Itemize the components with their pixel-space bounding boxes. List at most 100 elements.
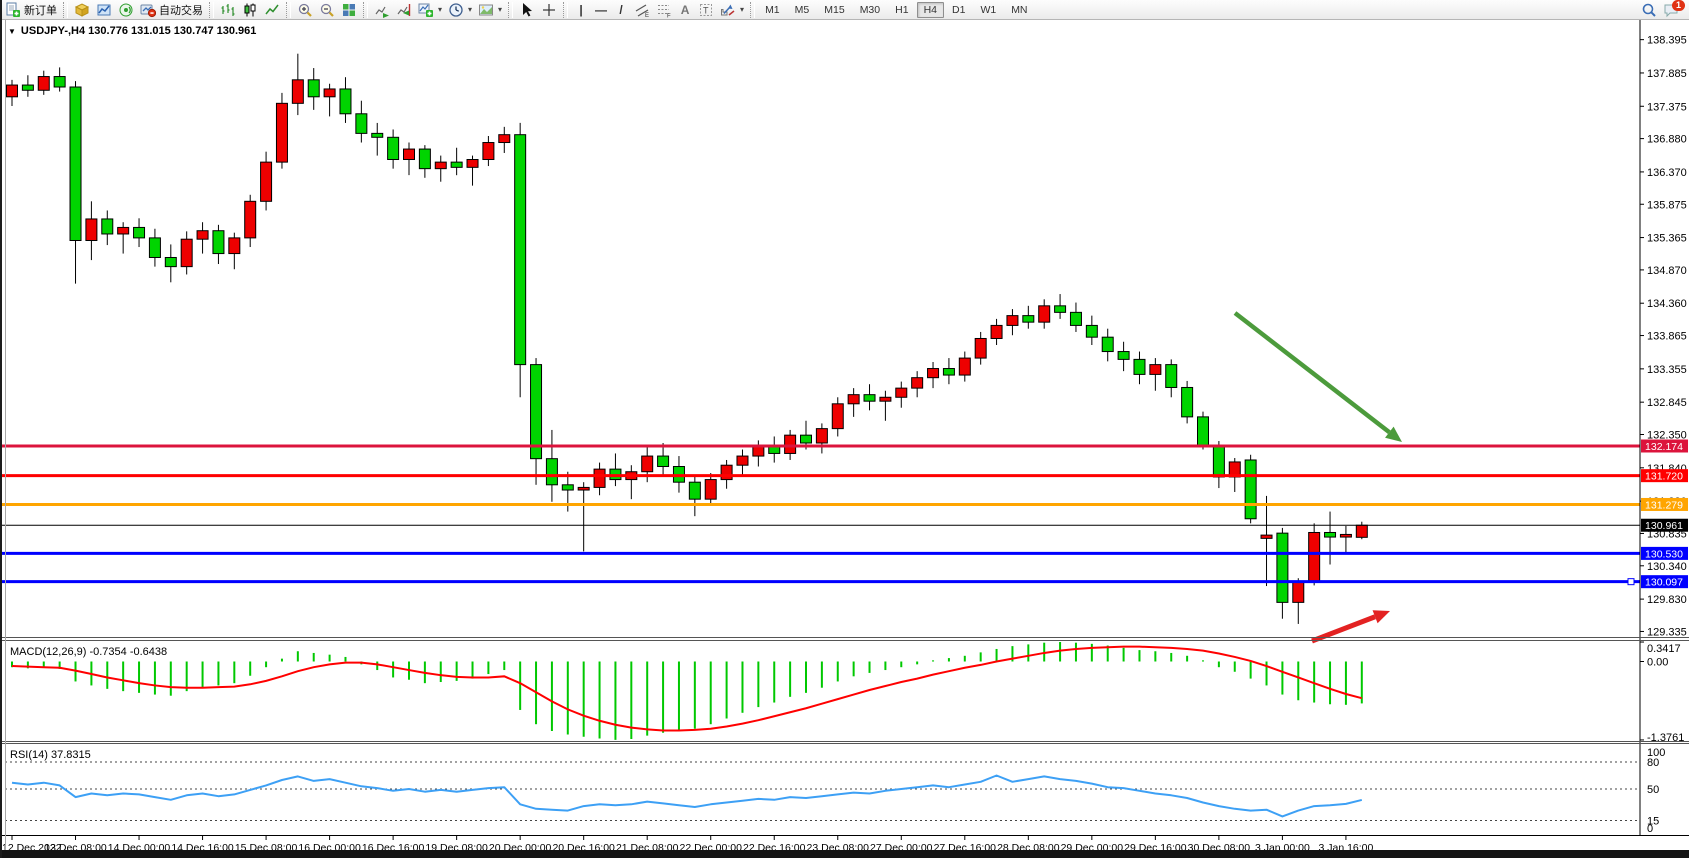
price-tick-label: 134.870 bbox=[1647, 265, 1687, 277]
timeframe-m1-button[interactable]: M1 bbox=[758, 2, 787, 18]
candlestick-series bbox=[7, 54, 1368, 624]
toolbar-separator bbox=[363, 2, 368, 18]
search-icon[interactable] bbox=[1641, 2, 1657, 18]
price-tick-label: 130.340 bbox=[1647, 561, 1687, 573]
rsi-axis-label: 50 bbox=[1647, 784, 1659, 796]
chevron-down-icon: ▼ bbox=[8, 27, 16, 36]
price-tick-label: 135.875 bbox=[1647, 199, 1687, 211]
trendline-icon: / bbox=[614, 3, 628, 17]
timeframe-w1-button[interactable]: W1 bbox=[973, 2, 1003, 18]
channel-tool-button[interactable]: E bbox=[631, 1, 653, 19]
clock-icon bbox=[448, 2, 464, 18]
main-toolbar: 新订单 自动交易 ▾ ▾ bbox=[0, 0, 1689, 20]
cursor-icon bbox=[519, 2, 535, 18]
line-chart-icon bbox=[264, 2, 280, 18]
svg-text:130.097: 130.097 bbox=[1645, 577, 1683, 589]
timeframe-mn-button[interactable]: MN bbox=[1004, 2, 1034, 18]
crosshair-icon bbox=[541, 2, 557, 18]
price-tick-label: 133.865 bbox=[1647, 331, 1687, 343]
new-order-icon bbox=[5, 2, 21, 18]
svg-text:130.961: 130.961 bbox=[1645, 520, 1683, 532]
market-depth-icon bbox=[74, 2, 90, 18]
toolbar-separator bbox=[508, 2, 513, 18]
notification-badge: 1 bbox=[1672, 0, 1685, 11]
bar-chart-icon bbox=[220, 2, 236, 18]
tile-windows-button[interactable] bbox=[338, 1, 360, 19]
price-tick-label: 135.365 bbox=[1647, 233, 1687, 245]
timeframe-h1-button[interactable]: H1 bbox=[888, 2, 915, 18]
text-icon: A bbox=[678, 3, 692, 17]
chart-shift-button[interactable] bbox=[393, 1, 415, 19]
autotrading-label: 自动交易 bbox=[159, 2, 203, 18]
svg-text:131.720: 131.720 bbox=[1645, 471, 1683, 483]
charts-window-button[interactable] bbox=[93, 1, 115, 19]
macd-axis-label: -1.3761 bbox=[1647, 732, 1684, 744]
timeframe-m5-button[interactable]: M5 bbox=[788, 2, 817, 18]
rsi-line bbox=[12, 776, 1362, 817]
add-indicator-icon bbox=[418, 2, 434, 18]
timeframe-m15-button[interactable]: M15 bbox=[817, 2, 851, 18]
timeframe-h4-button[interactable]: H4 bbox=[917, 2, 944, 18]
timeframe-m30-button[interactable]: M30 bbox=[853, 2, 887, 18]
add-indicator-button[interactable]: ▾ bbox=[415, 1, 445, 19]
auto-scroll-button[interactable] bbox=[371, 1, 393, 19]
horizontal-line-tool-button[interactable]: — bbox=[591, 1, 611, 19]
window-left-border bbox=[0, 0, 2, 858]
chevron-down-icon: ▾ bbox=[498, 5, 502, 14]
candlestick-mode-button[interactable] bbox=[239, 1, 261, 19]
autotrading-button[interactable]: 自动交易 bbox=[137, 1, 206, 19]
level-drag-handle[interactable] bbox=[1628, 579, 1634, 585]
horizontal-level-lines[interactable] bbox=[0, 446, 1640, 585]
toolbar-separator bbox=[286, 2, 291, 18]
cursor-tool-button[interactable] bbox=[516, 1, 538, 19]
bar-chart-mode-button[interactable] bbox=[217, 1, 239, 19]
window-bottom-border bbox=[0, 850, 1689, 858]
timeframe-d1-button[interactable]: D1 bbox=[945, 2, 972, 18]
charts-window-icon bbox=[96, 2, 112, 18]
toolbar-separator bbox=[63, 2, 68, 18]
price-tick-label: 133.355 bbox=[1647, 364, 1687, 376]
toolbar-separator bbox=[563, 2, 568, 18]
zoom-in-button[interactable] bbox=[294, 1, 316, 19]
macd-label: MACD(12,26,9) -0.7354 -0.6438 bbox=[10, 646, 167, 658]
new-order-label: 新订单 bbox=[24, 2, 57, 18]
text-label-tool-button[interactable]: T bbox=[695, 1, 717, 19]
svg-text:T: T bbox=[703, 5, 709, 15]
macd-axis-label: 0.00 bbox=[1647, 657, 1668, 669]
chart-title-text: USDJPY-,H4 130.776 131.015 130.747 130.9… bbox=[21, 25, 256, 37]
signals-button[interactable] bbox=[115, 1, 137, 19]
zoom-in-icon bbox=[297, 2, 313, 18]
chevron-down-icon: ▾ bbox=[740, 5, 744, 14]
market-depth-button[interactable] bbox=[71, 1, 93, 19]
crosshair-tool-button[interactable] bbox=[538, 1, 560, 19]
vertical-line-tool-button[interactable]: | bbox=[571, 1, 591, 19]
signals-icon bbox=[118, 2, 134, 18]
periods-button[interactable]: ▾ bbox=[445, 1, 475, 19]
template-icon bbox=[478, 2, 494, 18]
trendline-tool-button[interactable]: / bbox=[611, 1, 631, 19]
timeframe-group: M1 M5 M15 M30 H1 H4 D1 W1 MN bbox=[758, 2, 1034, 18]
rsi-axis-label: 0 bbox=[1647, 823, 1653, 835]
rsi-label: RSI(14) 37.8315 bbox=[10, 749, 91, 761]
text-label-icon: T bbox=[698, 2, 714, 18]
chevron-down-icon: ▾ bbox=[468, 5, 472, 14]
auto-scroll-icon bbox=[374, 2, 390, 18]
text-tool-button[interactable]: A bbox=[675, 1, 695, 19]
arrows-tool-button[interactable]: ▾ bbox=[717, 1, 747, 19]
templates-button[interactable]: ▾ bbox=[475, 1, 505, 19]
chart-title[interactable]: ▼ USDJPY-,H4 130.776 131.015 130.747 130… bbox=[8, 25, 256, 37]
fibonacci-tool-button[interactable]: F bbox=[653, 1, 675, 19]
chevron-down-icon: ▾ bbox=[438, 5, 442, 14]
new-order-button[interactable]: 新订单 bbox=[2, 1, 60, 19]
notifications-button[interactable]: 1 bbox=[1663, 2, 1681, 18]
line-chart-mode-button[interactable] bbox=[261, 1, 283, 19]
svg-text:F: F bbox=[667, 13, 671, 18]
chart-left-border bbox=[5, 20, 6, 850]
macd-pane: 0.34170.00-1.3761MACD(12,26,9) -0.7354 -… bbox=[10, 642, 1684, 744]
rsi-axis-label: 80 bbox=[1647, 757, 1659, 769]
chart-canvas[interactable]: 138.395137.885137.375136.880136.370135.8… bbox=[0, 20, 1689, 858]
price-tick-label: 129.830 bbox=[1647, 594, 1687, 606]
price-tick-label: 134.360 bbox=[1647, 298, 1687, 310]
zoom-out-button[interactable] bbox=[316, 1, 338, 19]
chart-shift-icon bbox=[396, 2, 412, 18]
